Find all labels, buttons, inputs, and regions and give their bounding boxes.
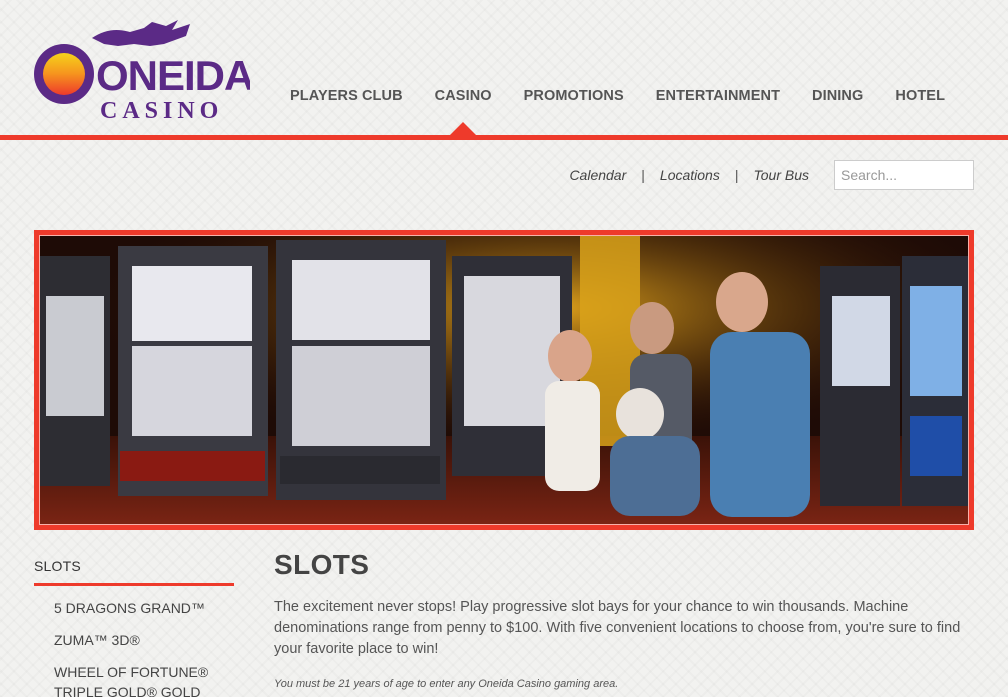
utility-links: Calendar | Locations | Tour Bus (569, 167, 809, 183)
nav-dining[interactable]: DINING (812, 88, 863, 104)
sidebar-title[interactable]: SLOTS (34, 558, 234, 586)
logo-wordmark: ONEIDA (96, 52, 250, 99)
sidebar-item-5-dragons[interactable]: 5 DRAGONS GRAND™ (54, 598, 234, 618)
nav-players-club[interactable]: PLAYERS CLUB (290, 88, 403, 104)
sidebar-list: 5 DRAGONS GRAND™ ZUMA™ 3D® WHEEL OF FORT… (34, 586, 234, 697)
separator: | (641, 167, 645, 183)
header-divider (0, 135, 1008, 140)
hero-banner (34, 230, 974, 530)
age-disclaimer: You must be 21 years of age to enter any… (274, 678, 619, 690)
hero-image (39, 235, 969, 525)
main-nav: PLAYERS CLUB CASINO PROMOTIONS ENTERTAIN… (290, 88, 977, 136)
sidebar: SLOTS 5 DRAGONS GRAND™ ZUMA™ 3D® WHEEL O… (34, 558, 234, 697)
separator: | (734, 167, 739, 183)
main-content: SLOTS The excitement never stops! Play p… (274, 549, 974, 690)
calendar-link[interactable]: Calendar (569, 167, 626, 183)
intro-paragraph: The excitement never stops! Play progres… (274, 599, 961, 657)
nav-casino[interactable]: CASINO (435, 88, 492, 136)
page-title: SLOTS (274, 549, 370, 580)
sidebar-item-wheel-of-fortune[interactable]: WHEEL OF FORTUNE® TRIPLE GOLD® GOLD (54, 662, 234, 697)
sidebar-item-zuma[interactable]: ZUMA™ 3D® (54, 630, 234, 650)
nav-promotions[interactable]: PROMOTIONS (524, 88, 624, 104)
casino-slot-scene (40, 236, 968, 524)
oneida-casino-logo[interactable]: ONEIDA CASINO (34, 18, 255, 124)
nav-entertainment[interactable]: ENTERTAINMENT (656, 88, 780, 104)
nav-hotel[interactable]: HOTEL (895, 88, 945, 104)
logo-graphic: ONEIDA CASINO (34, 20, 255, 124)
site-header: ONEIDA CASINO PLAYERS CLUB CASINO PROMOT… (0, 0, 1008, 137)
logo-subtitle: CASINO (100, 98, 223, 124)
locations-link[interactable]: Locations (660, 167, 720, 183)
tour-bus-link[interactable]: Tour Bus (753, 167, 809, 183)
search-input[interactable] (834, 160, 974, 190)
